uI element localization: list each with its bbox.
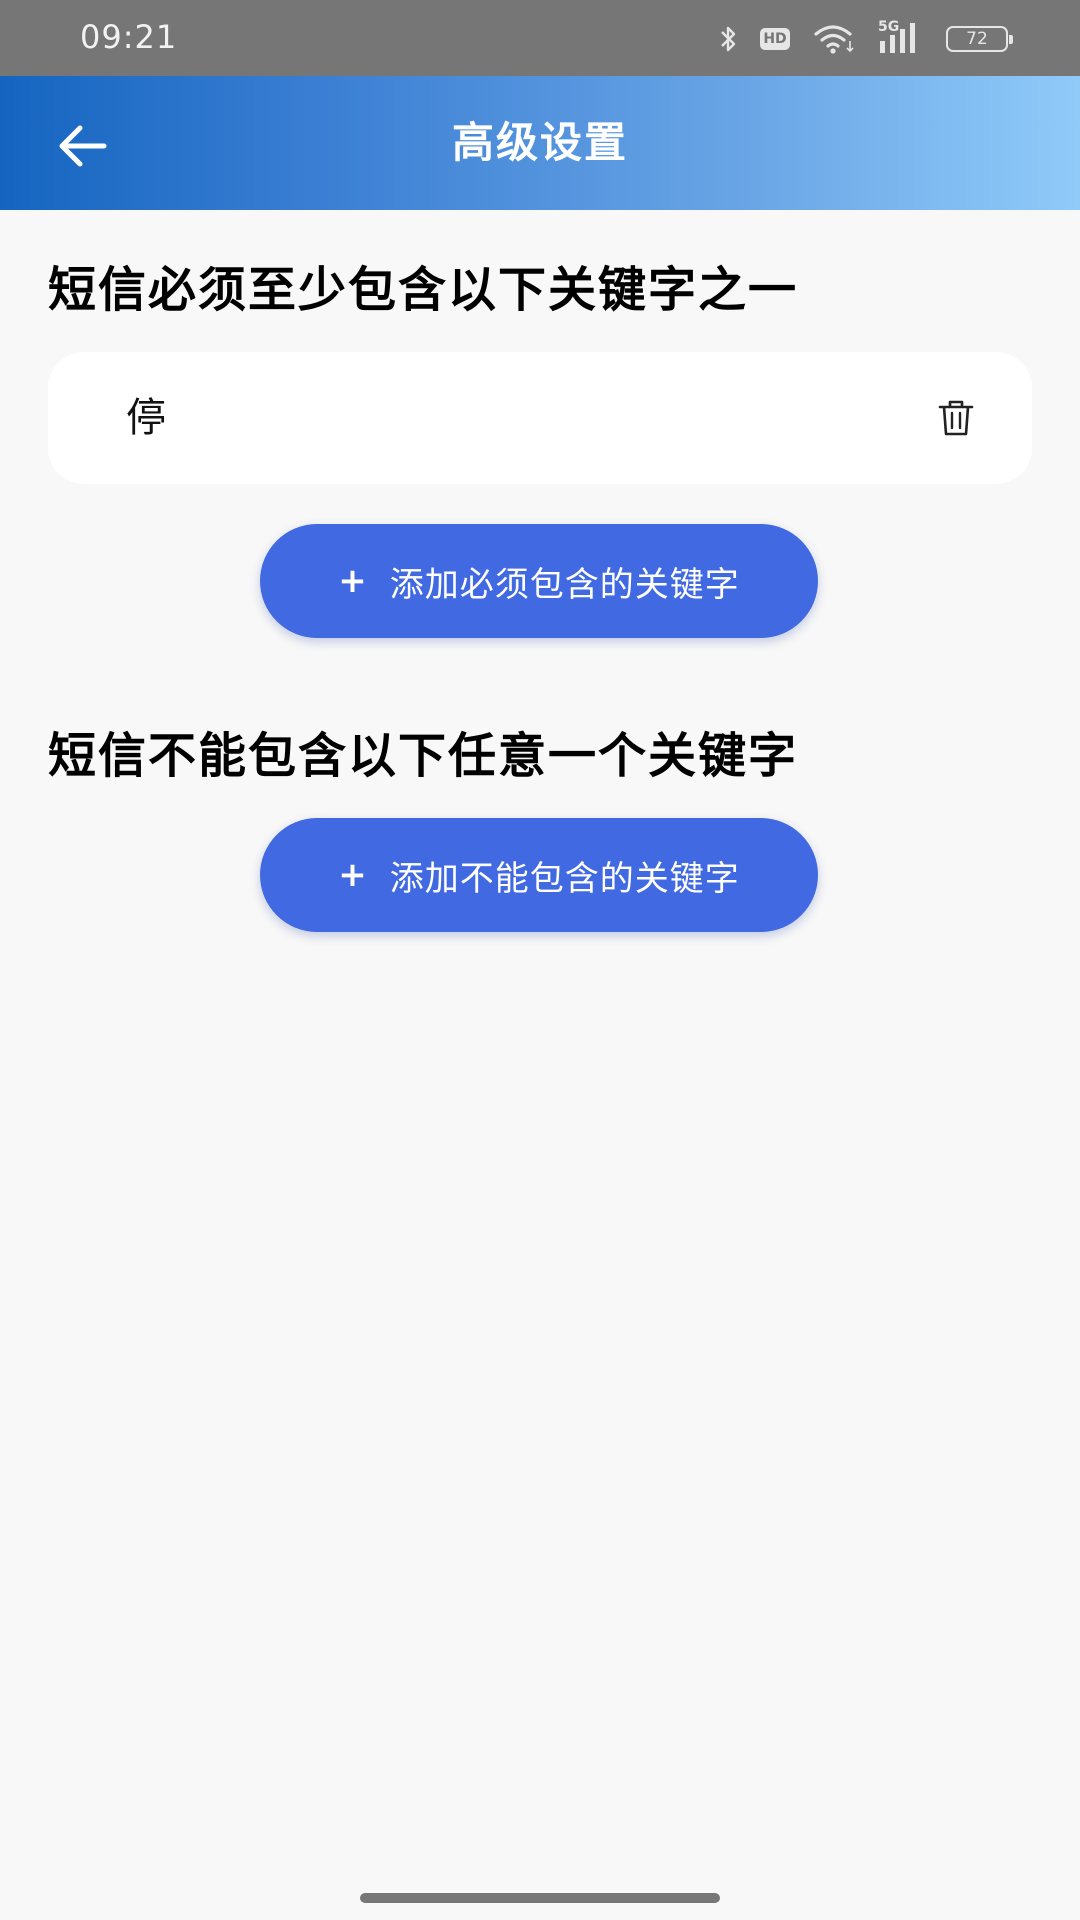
status-bar: 09:21 HD 5G 72: [0, 0, 1080, 76]
delete-keyword-button[interactable]: [936, 398, 976, 438]
app-bar: 高级设置: [0, 76, 1080, 210]
home-indicator[interactable]: [360, 1893, 720, 1903]
add-required-keyword-label: 添加必须包含的关键字: [389, 564, 740, 605]
keyword-item: 停: [48, 352, 1032, 484]
trash-icon: [938, 400, 974, 436]
status-time: 09:21: [80, 18, 178, 56]
plus-icon: +: [338, 855, 368, 895]
arrow-left-icon: [59, 125, 107, 167]
add-excluded-keyword-label: 添加不能包含的关键字: [389, 858, 740, 899]
battery-level: 72: [966, 29, 988, 49]
add-excluded-keyword-button[interactable]: + 添加不能包含的关键字: [260, 818, 818, 932]
bluetooth-icon: [721, 26, 736, 52]
status-icons: HD 5G 72: [718, 19, 1013, 56]
wifi-icon: [814, 25, 854, 54]
page-title: 高级设置: [451, 118, 628, 167]
battery-icon: 72: [946, 26, 1013, 52]
hd-icon: HD: [760, 28, 790, 50]
advanced-settings-screen: 09:21 HD 5G 72 高级设置 短信必须至少包含以下关键字之一 停 + …: [0, 0, 1080, 1920]
back-button[interactable]: [52, 116, 112, 176]
keyword-text: 停: [126, 395, 166, 441]
plus-icon: +: [338, 561, 368, 601]
cellular-signal-icon: 5G: [878, 19, 924, 55]
must-not-contain-title: 短信不能包含以下任意一个关键字: [48, 728, 799, 784]
add-required-keyword-button[interactable]: + 添加必须包含的关键字: [260, 524, 818, 638]
must-contain-title: 短信必须至少包含以下关键字之一: [48, 262, 799, 318]
